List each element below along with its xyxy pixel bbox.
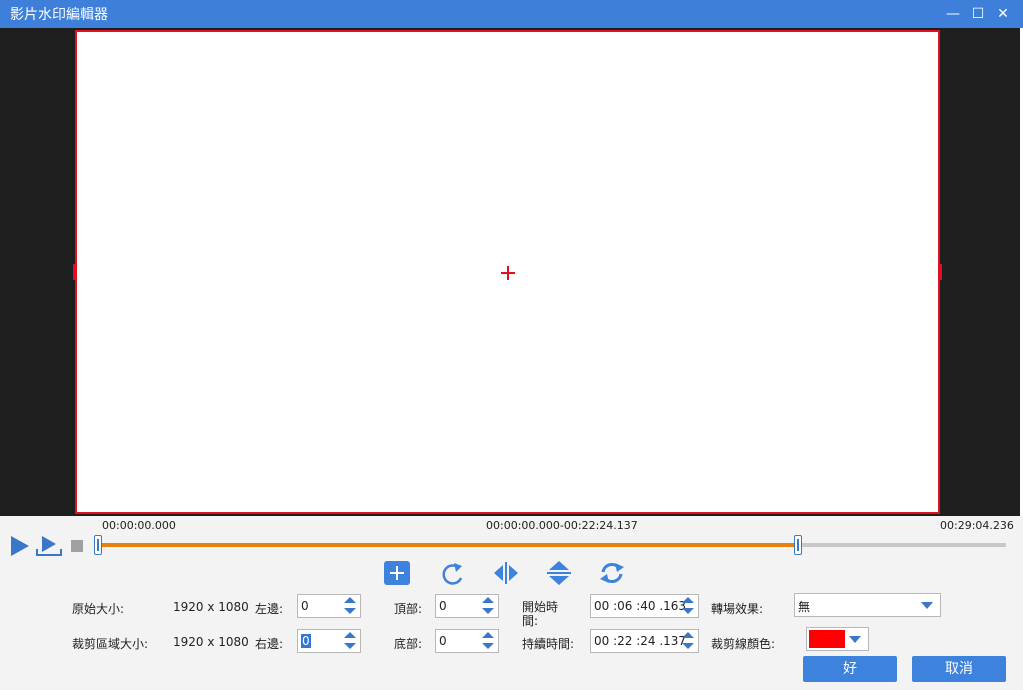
left-stepper[interactable] [344,597,356,615]
video-preview [0,28,1023,516]
color-swatch [809,630,845,648]
timeline-start-handle[interactable] [94,535,102,555]
cancel-button[interactable]: 取消 [912,656,1006,682]
timeline-end-handle[interactable] [794,535,802,555]
right-label: 右邊: [255,637,284,651]
flip-horizontal-icon[interactable] [492,560,520,586]
transition-value: 無 [798,600,811,614]
crop-handle-top[interactable] [501,30,515,32]
timeline-track[interactable] [98,543,1006,547]
controls-panel: 00:00:00.000 00:00:00.000-00:22:24.137 0… [0,516,1023,690]
start-time-value[interactable]: 00 :06 :40 .163 [594,599,686,613]
bottom-value[interactable]: 0 [439,634,447,648]
crop-handle-top-right-v[interactable] [938,30,940,44]
bottom-label: 底部: [394,637,423,651]
chevron-down-icon[interactable] [921,602,933,609]
title-bar: 影片水印編輯器 — ☐ ✕ [0,0,1023,28]
crop-handle-right[interactable] [940,264,942,280]
duration-value[interactable]: 00 :22 :24 .137 [594,634,686,648]
rotate-icon[interactable] [439,560,467,586]
crop-handle-bottom-left[interactable] [75,512,89,514]
stop-icon[interactable] [71,540,83,552]
chevron-down-icon[interactable] [849,636,861,643]
top-stepper[interactable] [482,597,494,615]
start-time-stepper[interactable] [682,597,694,615]
timeline-selection [98,543,798,547]
play-icon[interactable] [10,535,30,557]
duration-input[interactable]: 00 :22 :24 .137 [590,629,699,653]
window-title: 影片水印編輯器 [10,7,108,23]
crop-handle-bottom-left-v[interactable] [75,500,77,514]
start-time-input[interactable]: 00 :06 :40 .163 [590,594,699,618]
transition-label: 轉場效果: [711,602,764,616]
start-time-label-line1: 開始時 [522,600,559,614]
top-label: 頂部: [394,602,423,616]
right-value[interactable]: 0 [301,634,311,648]
timeline-range: 00:00:00.000-00:22:24.137 [486,519,638,532]
maximize-button[interactable]: ☐ [968,4,988,24]
top-input[interactable]: 0 [435,594,499,618]
crop-color-label: 裁剪線顏色: [711,637,776,651]
crop-handle-bottom[interactable] [501,512,515,514]
left-input[interactable]: 0 [297,594,361,618]
right-stepper[interactable] [344,632,356,650]
original-size-label: 原始大小: [72,602,125,616]
play-selection-icon[interactable] [36,535,62,557]
crop-handle-bottom-right-v[interactable] [938,500,940,514]
crop-handle-top-left-v[interactable] [75,30,77,44]
crop-handle-top-left[interactable] [75,30,89,32]
top-value[interactable]: 0 [439,599,447,613]
original-size-value: 1920 x 1080 [173,600,249,614]
crop-area[interactable] [73,30,942,514]
minimize-button[interactable]: — [943,4,963,24]
crop-size-value: 1920 x 1080 [173,635,249,649]
left-label: 左邊: [255,602,284,616]
close-button[interactable]: ✕ [993,4,1013,24]
duration-label: 持續時間: [522,637,575,651]
right-input[interactable]: 0 [297,629,361,653]
bottom-input[interactable]: 0 [435,629,499,653]
transition-select[interactable]: 無 [794,593,941,617]
left-value[interactable]: 0 [301,599,309,613]
add-icon[interactable] [383,560,411,586]
refresh-icon[interactable] [598,560,626,586]
timeline-start-time: 00:00:00.000 [102,519,176,532]
crop-size-label: 裁剪區域大小: [72,637,149,651]
crop-color-picker[interactable] [806,627,869,651]
bottom-stepper[interactable] [482,632,494,650]
start-time-label: 開始時 間: [522,600,558,628]
crop-handle-left[interactable] [73,264,75,280]
flip-vertical-icon[interactable] [545,560,573,586]
crosshair-icon[interactable] [501,266,515,280]
duration-stepper[interactable] [682,632,694,650]
start-time-label-line2: 間: [522,614,539,628]
timeline-end-time: 00:29:04.236 [940,519,1014,532]
ok-button[interactable]: 好 [803,656,897,682]
